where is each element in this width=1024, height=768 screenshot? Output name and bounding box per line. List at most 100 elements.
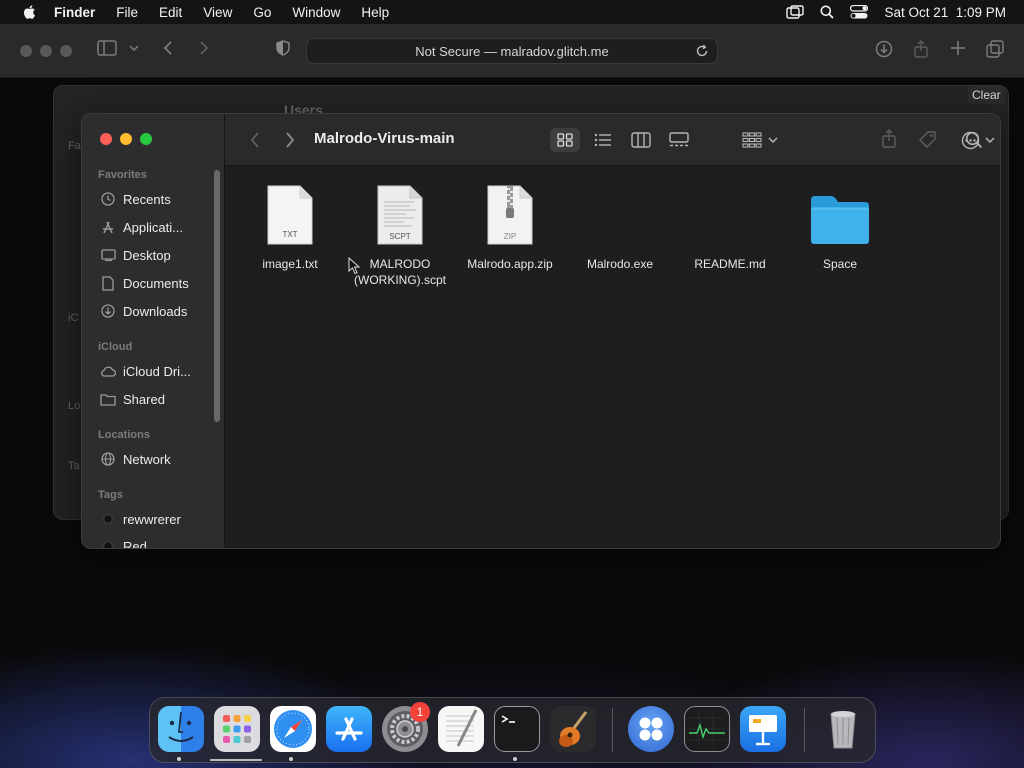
apple-menu-icon[interactable] xyxy=(18,4,40,20)
sidebar-item-tag[interactable]: Red xyxy=(100,536,147,548)
folder-item[interactable]: Space xyxy=(785,180,895,272)
dock-safari[interactable] xyxy=(270,706,316,752)
menu-edit[interactable]: Edit xyxy=(159,5,182,20)
terminal-prompt-icon xyxy=(501,715,515,723)
group-by-icon[interactable] xyxy=(742,132,762,148)
tag-icon[interactable] xyxy=(918,130,938,150)
dock-keynote[interactable] xyxy=(740,706,786,752)
forward-icon[interactable] xyxy=(284,131,296,149)
menubar-clock[interactable]: Sat Oct 21 1:09 PM xyxy=(884,5,1006,20)
sidebar-toggle-icon[interactable] xyxy=(97,40,117,56)
share-icon[interactable] xyxy=(913,40,929,58)
sidebar-section-tags: Tags xyxy=(98,489,123,501)
dock-finder[interactable] xyxy=(158,706,204,752)
menu-help[interactable]: Help xyxy=(361,5,389,20)
sidebar-item-applications[interactable]: Applicati... xyxy=(100,217,183,237)
txt-file-icon: TXT xyxy=(266,180,314,246)
address-bar[interactable]: Not Secure — malradov.glitch.me xyxy=(306,38,718,64)
sidebar-item-label: Downloads xyxy=(123,303,188,319)
mouse-pointer-icon xyxy=(348,257,360,275)
dock-terminal[interactable] xyxy=(494,706,540,752)
finder-face-icon xyxy=(168,711,194,742)
sidebar-item-label: Desktop xyxy=(123,247,171,263)
sidebar-item-label: Network xyxy=(123,451,171,467)
bg-sidebar-fragment: Ta xyxy=(68,460,80,472)
file-item[interactable]: ZIP Malrodo.app.zip xyxy=(455,180,565,272)
reload-icon[interactable] xyxy=(695,44,709,58)
compass-icon xyxy=(274,710,312,748)
sidebar-item-desktop[interactable]: Desktop xyxy=(100,245,171,265)
forward-icon[interactable] xyxy=(198,40,210,56)
dock-trash[interactable] xyxy=(820,706,866,752)
sidebar-item-network[interactable]: Network xyxy=(100,449,171,469)
control-center-icon[interactable] xyxy=(850,5,869,19)
menu-finder[interactable]: Finder xyxy=(54,5,95,20)
share-icon[interactable] xyxy=(881,129,897,148)
sidebar-item-downloads[interactable]: Downloads xyxy=(100,301,187,321)
notification-badge: 1 xyxy=(410,702,430,722)
clear-button[interactable]: Clear xyxy=(968,86,1005,104)
textedit-page-icon xyxy=(446,709,478,747)
safari-window-controls[interactable] xyxy=(20,45,72,57)
dock-launchpad[interactable] xyxy=(214,706,260,752)
downloads-icon xyxy=(100,303,116,319)
back-icon[interactable] xyxy=(249,131,261,149)
file-item[interactable]: README.md xyxy=(675,180,785,272)
file-name: MALRODO (WORKING).scpt xyxy=(354,257,446,287)
file-name: Malrodo.app.zip xyxy=(467,257,553,271)
file-item[interactable]: Malrodo.exe xyxy=(565,180,675,272)
sidebar-item-shared[interactable]: Shared xyxy=(100,389,165,409)
chevron-down-icon[interactable] xyxy=(985,136,995,144)
chevron-down-icon[interactable] xyxy=(129,44,139,52)
bg-sidebar-fragment: Fa xyxy=(68,140,81,152)
dock-activity-monitor[interactable] xyxy=(684,706,730,752)
svg-text:ZIP: ZIP xyxy=(504,232,516,241)
dock-widget-app[interactable] xyxy=(628,706,674,752)
sidebar-item-icloud-drive[interactable]: iCloud Dri... xyxy=(100,361,191,381)
close-button[interactable] xyxy=(100,133,112,145)
screen-mirroring-icon[interactable] xyxy=(786,5,805,19)
dock-separator xyxy=(804,708,805,752)
file-name: README.md xyxy=(694,257,766,271)
sidebar-item-label: Shared xyxy=(123,391,165,407)
chevron-down-icon[interactable] xyxy=(768,136,778,144)
dock-garageband[interactable] xyxy=(550,706,596,752)
sidebar-scrollbar[interactable] xyxy=(214,170,220,422)
sidebar-item-tag[interactable]: rewwrerer xyxy=(100,509,181,529)
tab-overview-icon[interactable] xyxy=(986,40,1004,58)
keynote-podium-icon xyxy=(749,715,777,746)
file-item[interactable]: SCPT MALRODO (WORKING).scpt xyxy=(345,180,455,288)
new-tab-icon[interactable] xyxy=(950,40,966,56)
dock-hover-indicator xyxy=(210,759,262,761)
downloads-icon[interactable] xyxy=(875,40,893,58)
column-view-icon[interactable] xyxy=(631,132,651,148)
sidebar-item-recents[interactable]: Recents xyxy=(100,189,171,209)
file-name: image1.txt xyxy=(262,257,318,271)
dock-textedit[interactable] xyxy=(438,706,484,752)
gallery-view-icon[interactable] xyxy=(669,132,689,148)
menu-file[interactable]: File xyxy=(116,5,138,20)
sidebar-item-documents[interactable]: Documents xyxy=(100,273,189,293)
sidebar-item-label: rewwrerer xyxy=(123,511,181,527)
menu-window[interactable]: Window xyxy=(292,5,340,20)
search-icon[interactable] xyxy=(965,131,983,149)
privacy-shield-icon[interactable] xyxy=(276,40,290,56)
menu-view[interactable]: View xyxy=(203,5,232,20)
menu-go[interactable]: Go xyxy=(253,5,271,20)
finder-sidebar: Favorites Recents Applicati... Desktop D… xyxy=(82,114,225,548)
folder-icon xyxy=(809,180,871,246)
list-view-icon[interactable] xyxy=(594,133,612,147)
script-file-icon: SCPT xyxy=(376,180,424,246)
zoom-button[interactable] xyxy=(140,133,152,145)
minimize-button[interactable] xyxy=(120,133,132,145)
back-icon[interactable] xyxy=(162,40,174,56)
dock-app-store[interactable] xyxy=(326,706,372,752)
file-item[interactable]: TXT image1.txt xyxy=(235,180,345,272)
icon-view-button[interactable] xyxy=(550,128,580,152)
sidebar-item-label: iCloud Dri... xyxy=(123,363,191,379)
spotlight-search-icon[interactable] xyxy=(820,5,835,19)
applications-icon xyxy=(100,219,116,235)
exe-file-icon xyxy=(596,180,644,246)
svg-text:SCPT: SCPT xyxy=(389,232,410,241)
window-title: Malrodo-Virus-main xyxy=(314,130,455,147)
